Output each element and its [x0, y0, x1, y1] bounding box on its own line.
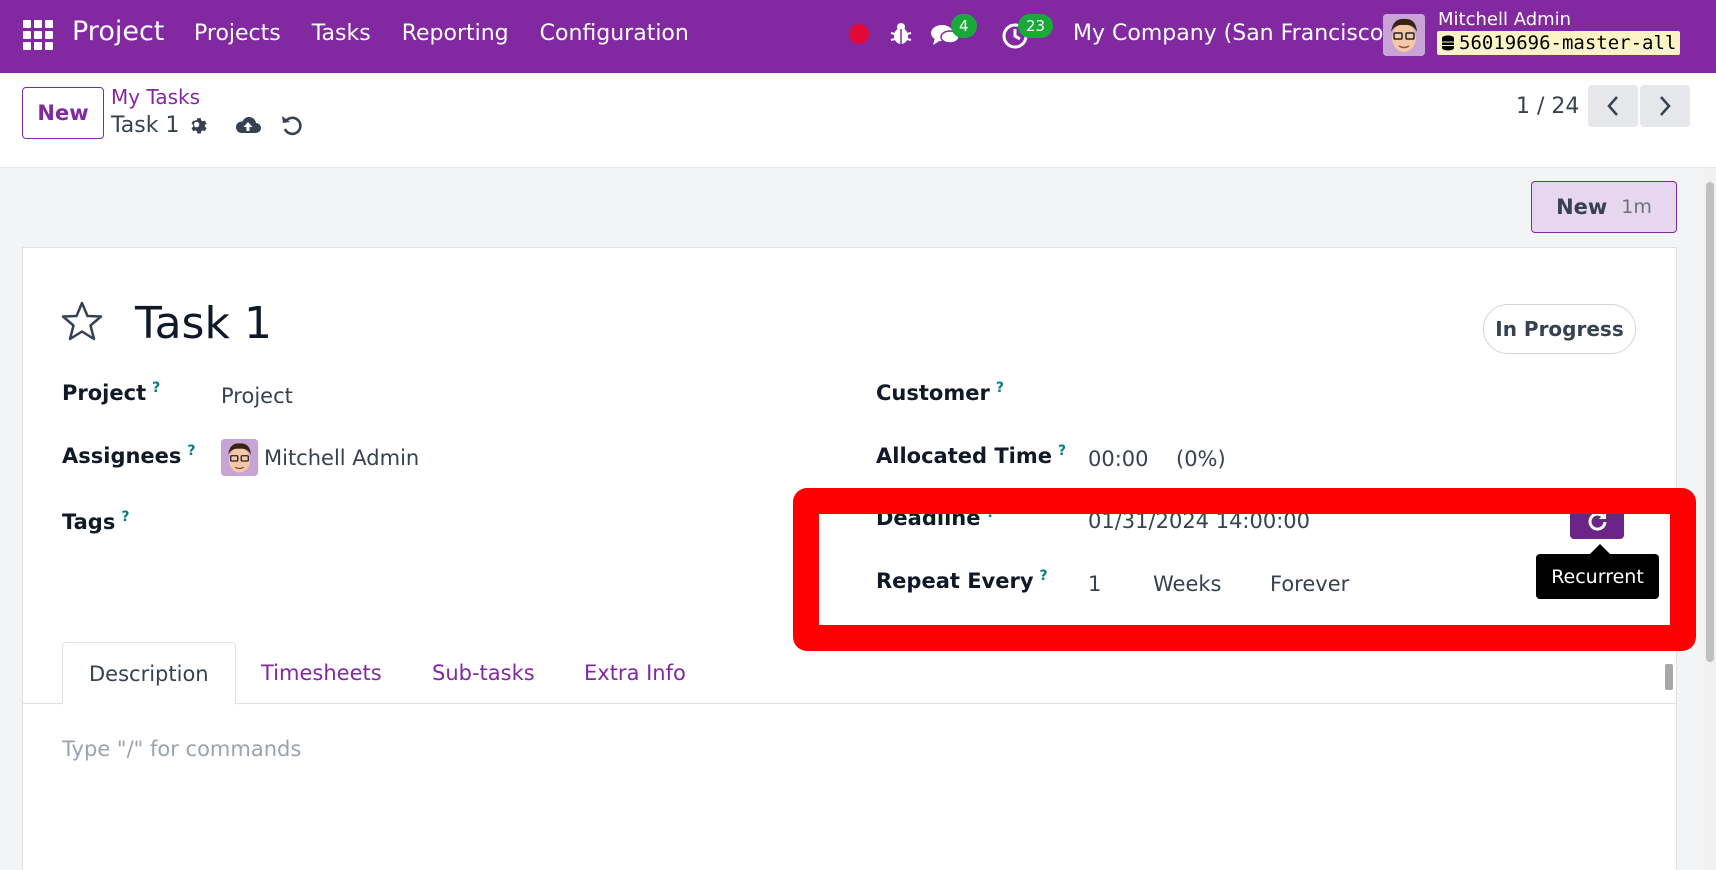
user-avatar[interactable]	[1383, 14, 1425, 56]
recording-dot-icon[interactable]	[849, 24, 869, 44]
task-status-pill[interactable]: In Progress	[1483, 304, 1636, 354]
menu-item-tasks[interactable]: Tasks	[312, 21, 371, 46]
page-scrollbar[interactable]	[1704, 168, 1716, 870]
repeat-every-label-text: Repeat Every	[876, 569, 1034, 593]
project-field[interactable]: Project	[221, 384, 293, 408]
customer-label: Customer?	[876, 380, 1004, 405]
stage-new-button[interactable]: New 1m	[1531, 181, 1677, 233]
assignee-avatar	[221, 439, 258, 476]
tab-extra-info[interactable]: Extra Info	[558, 642, 712, 704]
database-name: 56019696-master-all	[1459, 32, 1677, 54]
repeat-type-select[interactable]: Forever	[1270, 572, 1349, 596]
menu-item-projects[interactable]: Projects	[194, 21, 281, 46]
tags-help-icon[interactable]: ?	[121, 509, 129, 525]
recurrent-toggle-button[interactable]	[1570, 503, 1624, 539]
assignees-label-text: Assignees	[62, 444, 182, 468]
breadcrumb-current: Task 1	[111, 113, 180, 138]
gear-icon[interactable]	[186, 114, 208, 136]
apps-grid-icon[interactable]	[23, 20, 53, 50]
project-label-text: Project	[62, 381, 147, 405]
allocated-time-label-text: Allocated Time	[876, 444, 1052, 468]
pager-value[interactable]: 1 / 24	[1516, 94, 1579, 119]
repeat-every-label: Repeat Every?	[876, 568, 1048, 593]
chat-count-badge: 4	[951, 14, 977, 38]
chevron-right-icon	[1660, 96, 1671, 116]
notebook-tabs: Description Timesheets Sub-tasks Extra I…	[22, 642, 1677, 705]
star-icon[interactable]	[60, 300, 104, 342]
database-icon	[1442, 35, 1454, 51]
app-title[interactable]: Project	[72, 16, 164, 47]
customer-label-text: Customer	[876, 381, 990, 405]
new-record-button[interactable]: New	[22, 87, 104, 139]
assignee-name[interactable]: Mitchell Admin	[264, 446, 419, 470]
control-panel: New My Tasks Task 1 1 / 24	[0, 73, 1716, 168]
pager-next-button[interactable]	[1640, 85, 1690, 127]
allocated-time-label: Allocated Time?	[876, 443, 1066, 468]
user-name[interactable]: Mitchell Admin	[1438, 9, 1571, 30]
task-title[interactable]: Task 1	[135, 298, 272, 349]
pager-previous-button[interactable]	[1588, 85, 1638, 127]
tags-label-text: Tags	[62, 510, 116, 534]
customer-help-icon[interactable]: ?	[996, 380, 1004, 396]
repeat-every-help-icon[interactable]: ?	[1040, 568, 1048, 584]
refresh-icon	[1588, 512, 1607, 531]
deadline-field[interactable]: 01/31/2024 14:00:00	[1088, 509, 1310, 533]
assignees-label: Assignees?	[62, 443, 196, 468]
chevron-left-icon	[1607, 96, 1618, 116]
cloud-upload-icon[interactable]	[234, 113, 262, 137]
description-editor[interactable]: Type "/" for commands	[62, 737, 301, 761]
menu-item-configuration[interactable]: Configuration	[540, 21, 689, 46]
inner-scrollbar[interactable]	[1663, 650, 1675, 706]
deadline-label-text: Deadline	[876, 506, 981, 530]
deadline-label: Deadline?	[876, 505, 995, 530]
recurrent-tooltip: Recurrent	[1536, 544, 1659, 599]
deadline-help-icon[interactable]: ?	[986, 505, 994, 521]
project-label: Project?	[62, 380, 160, 405]
discard-undo-icon[interactable]	[280, 112, 304, 138]
activity-count-badge: 23	[1018, 14, 1054, 38]
tab-timesheets[interactable]: Timesheets	[235, 642, 408, 704]
project-help-icon[interactable]: ?	[152, 380, 160, 396]
stage-label: New	[1556, 195, 1608, 219]
breadcrumb-my-tasks[interactable]: My Tasks	[111, 85, 200, 109]
menu-item-reporting[interactable]: Reporting	[402, 21, 509, 46]
allocated-time-help-icon[interactable]: ?	[1058, 443, 1066, 459]
top-navbar: Project Projects Tasks Reporting Configu…	[0, 0, 1716, 73]
assignees-help-icon[interactable]: ?	[187, 443, 195, 459]
allocated-time-field[interactable]: 00:00	[1088, 447, 1149, 471]
repeat-unit-select[interactable]: Weeks	[1153, 572, 1221, 596]
company-switcher[interactable]: My Company (San Francisco)	[1073, 21, 1392, 46]
tab-sub-tasks[interactable]: Sub-tasks	[406, 642, 561, 704]
allocated-time-percent: (0%)	[1176, 447, 1226, 471]
stage-duration: 1m	[1621, 196, 1652, 218]
repeat-interval-field[interactable]: 1	[1088, 572, 1101, 596]
main-menu: Projects Tasks Reporting Configuration	[194, 21, 720, 46]
tags-label: Tags?	[62, 509, 129, 534]
bug-icon[interactable]	[889, 21, 913, 47]
database-chip: 56019696-master-all	[1437, 31, 1681, 55]
tab-description[interactable]: Description	[62, 642, 236, 705]
